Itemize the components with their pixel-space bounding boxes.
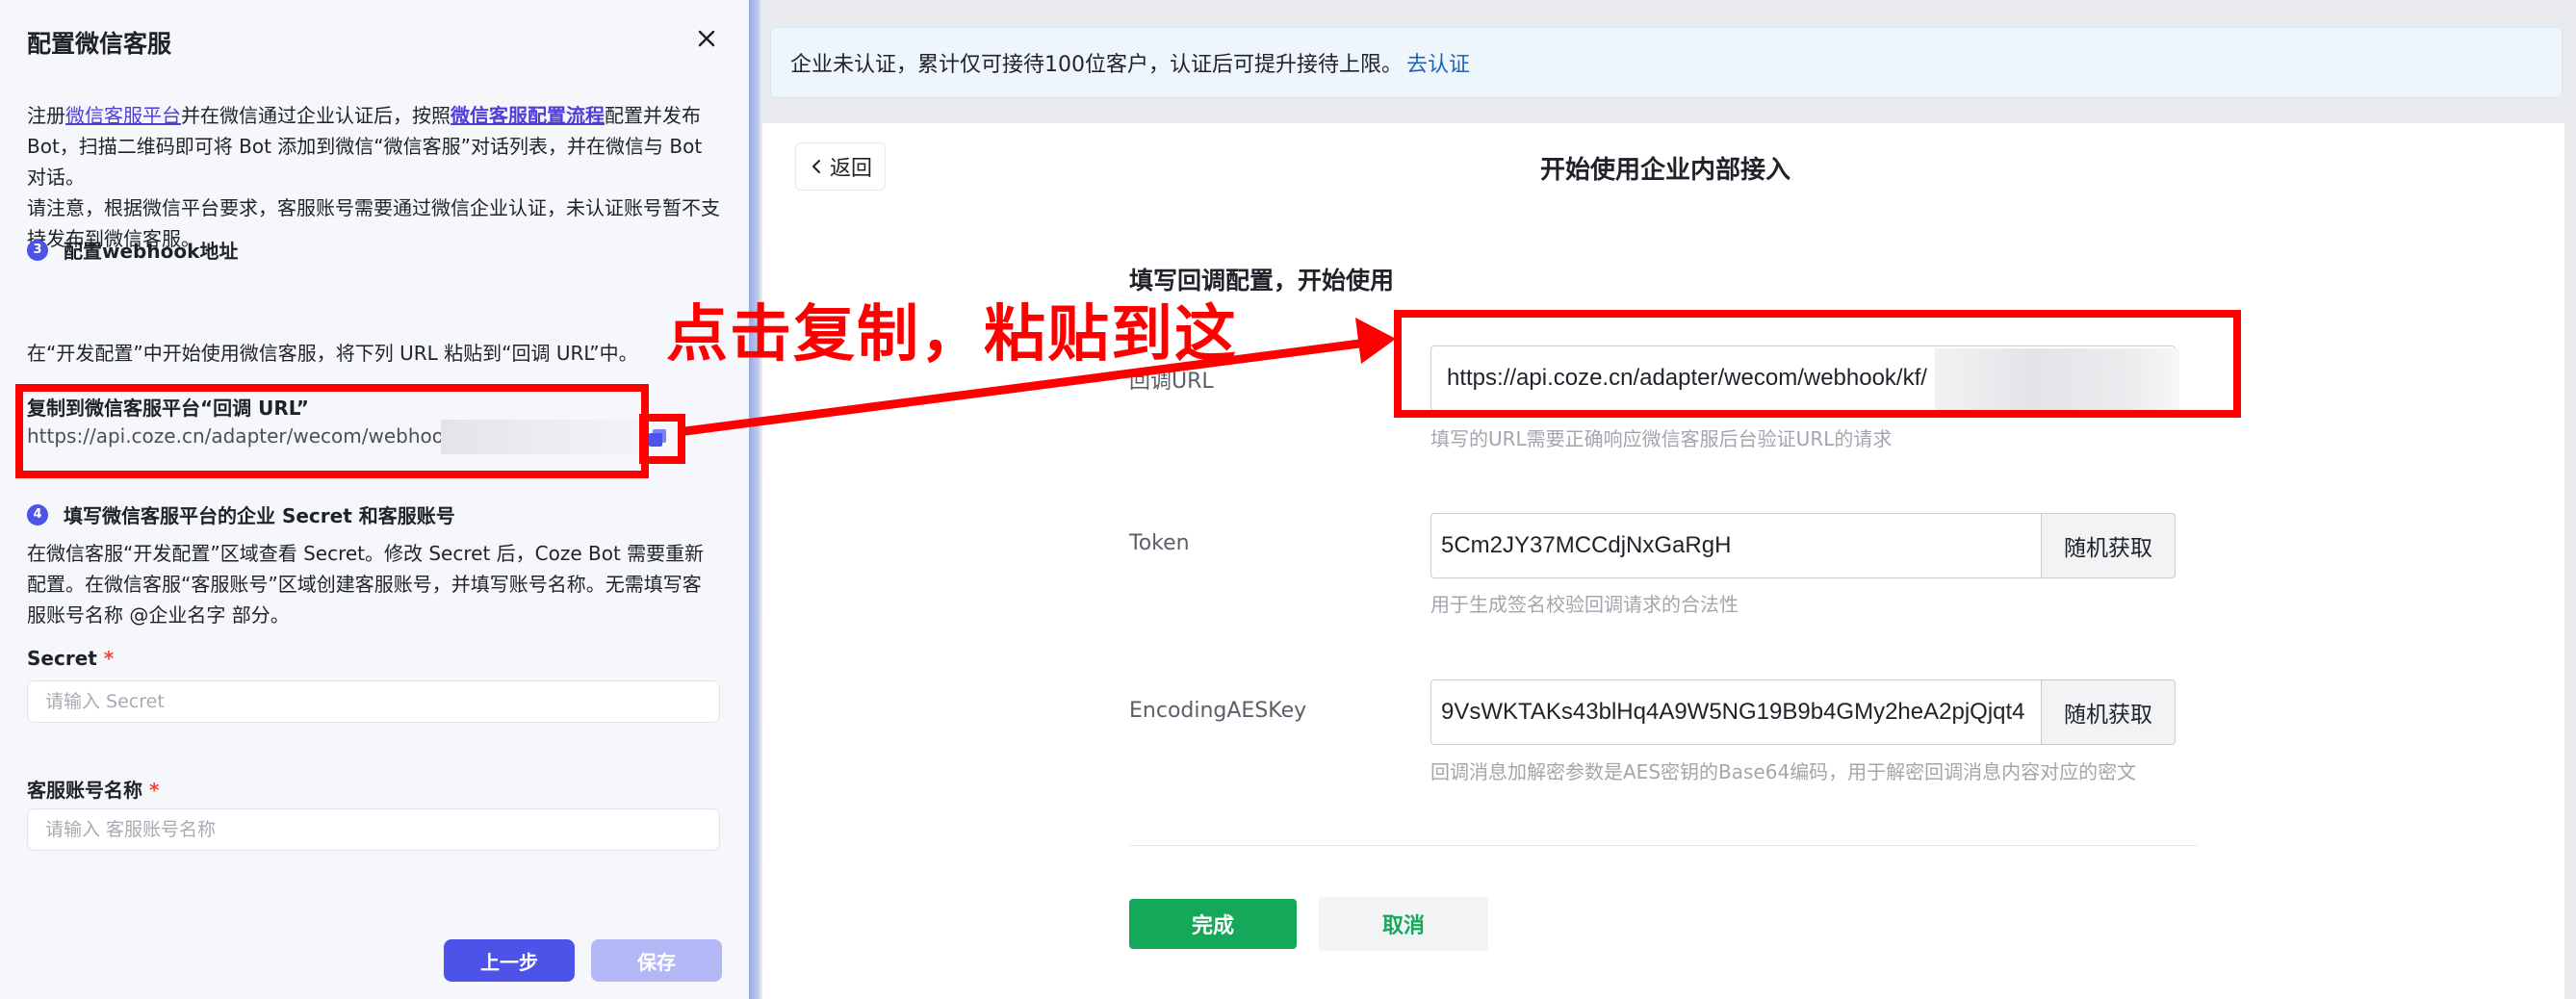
drawer-divider bbox=[749, 0, 760, 999]
url-highlight-box bbox=[1394, 310, 2241, 418]
screen: 配置微信客服 注册微信客服平台并在微信通过企业认证后，按照微信客服配置流程配置并… bbox=[0, 0, 2576, 999]
config-drawer: 配置微信客服 注册微信客服平台并在微信通过企业认证后，按照微信客服配置流程配置并… bbox=[0, 0, 749, 999]
verification-banner: 企业未认证，累计仅可接待100位客户，认证后可提升接待上限。 去认证 bbox=[770, 27, 2563, 98]
step-3-description: 在“开发配置”中开始使用微信客服，将下列 URL 粘贴到“回调 URL”中。 bbox=[27, 342, 638, 365]
verify-link[interactable]: 去认证 bbox=[1406, 47, 1470, 78]
done-button[interactable]: 完成 bbox=[1129, 899, 1297, 949]
step-number: 3 bbox=[27, 239, 48, 261]
back-label: 返回 bbox=[829, 157, 872, 181]
token-help: 用于生成签名校验回调请求的合法性 bbox=[1430, 593, 1739, 616]
step-title: 配置webhook地址 bbox=[64, 240, 239, 263]
aes-key-label: EncodingAESKey bbox=[1129, 699, 1307, 723]
back-button[interactable]: 返回 bbox=[795, 142, 886, 191]
token-label: Token bbox=[1129, 531, 1190, 555]
drawer-title: 配置微信客服 bbox=[27, 30, 172, 58]
required-mark: * bbox=[148, 779, 160, 802]
account-name-label-text: 客服账号名称 bbox=[27, 779, 142, 802]
card-title: 开始使用企业内部接入 bbox=[1539, 156, 1790, 185]
copy-url-highlight-box bbox=[15, 384, 649, 478]
step-number: 4 bbox=[27, 503, 48, 525]
token-value: 5Cm2JY37MCCdjNxGaRgH bbox=[1441, 532, 1732, 558]
banner-text: 企业未认证，累计仅可接待100位客户，认证后可提升接待上限。 bbox=[790, 53, 1403, 77]
callback-url-help: 填写的URL需要正确响应微信客服后台验证URL的请求 bbox=[1430, 427, 1893, 450]
step-4-description: 在微信客服“开发配置”区域查看 Secret。修改 Secret 后，Coze … bbox=[27, 542, 705, 627]
wechat-kf-platform-link[interactable]: 微信客服平台 bbox=[65, 104, 181, 127]
step-title: 填写微信客服平台的企业 Secret 和客服账号 bbox=[64, 504, 455, 527]
intro-text-part: 并在微信通过企业认证后，按照 bbox=[181, 104, 451, 127]
token-random-button[interactable]: 随机获取 bbox=[2041, 513, 2176, 578]
account-name-input[interactable] bbox=[27, 808, 720, 851]
cancel-button[interactable]: 取消 bbox=[1319, 897, 1488, 951]
aes-key-help: 回调消息加解密参数是AES密钥的Base64编码，用于解密回调消息内容对应的密文 bbox=[1430, 760, 2137, 783]
step-4-heading: 4 填写微信客服平台的企业 Secret 和客服账号 bbox=[27, 500, 455, 528]
token-input[interactable]: 5Cm2JY37MCCdjNxGaRgH bbox=[1430, 513, 2043, 578]
step-3-heading: 3 配置webhook地址 bbox=[27, 236, 238, 264]
aes-key-input[interactable]: 9VsWKTAKs43blHq4A9W5NG19B9b4GMy2heA2pjQj… bbox=[1430, 679, 2043, 745]
aes-random-button[interactable]: 随机获取 bbox=[2041, 679, 2176, 745]
copy-icon-highlight-box bbox=[639, 414, 685, 464]
required-mark: * bbox=[103, 647, 115, 670]
aes-key-value: 9VsWKTAKs43blHq4A9W5NG19B9b4GMy2heA2pjQj… bbox=[1441, 699, 2025, 725]
previous-step-button[interactable]: 上一步 bbox=[444, 939, 575, 982]
chevron-left-icon bbox=[811, 160, 820, 173]
intro-text-part: 注册 bbox=[27, 104, 65, 127]
secret-label-text: Secret bbox=[27, 647, 97, 670]
wechat-kf-config-guide-link[interactable]: 微信客服配置流程 bbox=[451, 104, 605, 127]
secret-label: Secret * bbox=[27, 647, 114, 670]
form-divider bbox=[1129, 845, 2198, 846]
account-name-label: 客服账号名称 * bbox=[27, 775, 159, 803]
annotation-text: 点击复制，粘贴到这 bbox=[666, 298, 1238, 371]
close-icon[interactable] bbox=[693, 25, 720, 52]
intro-text: 注册微信客服平台并在微信通过企业认证后，按照微信客服配置流程配置并发布 Bot，… bbox=[27, 100, 720, 254]
save-button[interactable]: 保存 bbox=[591, 939, 722, 982]
secret-input[interactable] bbox=[27, 680, 720, 723]
